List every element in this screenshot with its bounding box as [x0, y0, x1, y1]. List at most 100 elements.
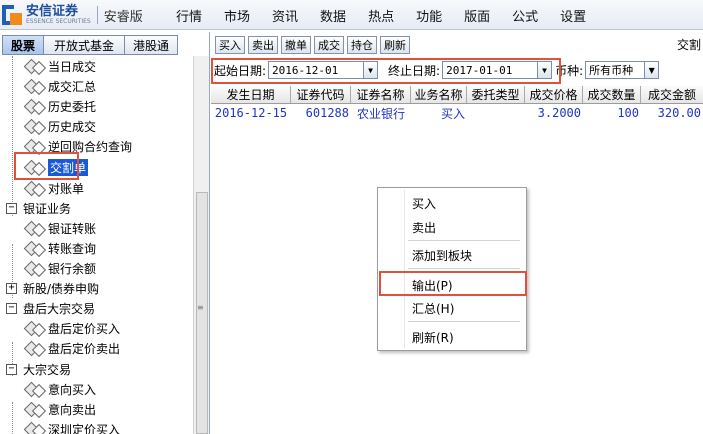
cell-price: 3.2000: [537, 106, 581, 120]
menu-bar: 安信证券 ESSENCE SECURITIES 安睿版 行情 市场 资讯 数据 …: [0, 0, 703, 30]
logo-divider: [96, 6, 98, 24]
tree-item-bank-balance[interactable]: 银行余额: [24, 258, 96, 278]
context-menu-separator: [408, 321, 520, 322]
collapse-icon[interactable]: −: [6, 202, 17, 214]
context-menu-buy[interactable]: 买入: [412, 195, 436, 212]
cancel-order-button[interactable]: 撤单: [281, 36, 311, 54]
refresh-button[interactable]: 刷新: [380, 36, 410, 54]
menu-data[interactable]: 数据: [320, 6, 346, 25]
tab-stocks[interactable]: 股票: [2, 35, 45, 55]
context-menu: 买入 卖出 添加到板块 输出(P) 汇总(H) 刷新(R): [377, 187, 527, 351]
context-menu-separator: [408, 240, 520, 241]
sell-button[interactable]: 卖出: [248, 36, 278, 54]
menu-settings[interactable]: 设置: [560, 6, 586, 25]
menu-news[interactable]: 资讯: [272, 6, 298, 25]
tree-item-shenzhen-fixed-buy[interactable]: 深圳定价买入: [24, 419, 120, 434]
brand-name-en: ESSENCE SECURITIES: [26, 18, 91, 25]
tree-item-deal-summary[interactable]: 成交汇总: [24, 76, 96, 96]
currency-select[interactable]: 所有币种 ▼: [585, 61, 660, 79]
tree-item-today-deals[interactable]: 当日成交: [24, 56, 96, 76]
col-code[interactable]: 证券代码: [291, 86, 351, 103]
highlight-date-range: [211, 58, 561, 84]
leaf-node-icon: [24, 321, 44, 335]
collapse-icon[interactable]: −: [6, 302, 17, 314]
tree-item-after-hours-buy[interactable]: 盘后定价买入: [24, 318, 120, 338]
leaf-node-icon: [24, 59, 44, 73]
tree-group-ipo-bond[interactable]: + 新股/债券申购: [6, 278, 99, 298]
cell-business: 买入: [440, 106, 465, 121]
col-quantity[interactable]: 成交数量: [583, 86, 641, 103]
highlight-delivery-order: [14, 152, 79, 180]
tree-group-bank-securities[interactable]: − 银证业务: [6, 198, 71, 218]
tree-item-transfer-query[interactable]: 转账查询: [24, 238, 96, 258]
leaf-node-icon: [24, 261, 44, 275]
tree-item-bank-transfer[interactable]: 银证转账: [24, 218, 96, 238]
deals-button[interactable]: 成交: [314, 36, 344, 54]
trade-toolbar: 买入 卖出 撤单 成交 持仓 刷新: [215, 36, 413, 54]
context-menu-add-to-block[interactable]: 添加到板块: [412, 247, 472, 264]
leaf-node-icon: [24, 221, 44, 235]
left-navigation-pane: 股票 开放式基金 港股通 当日成交 成交汇总 历史委托 历史成交 逆回购合约查询: [0, 32, 210, 434]
tab-hk-connect[interactable]: 港股通: [124, 35, 179, 55]
leaf-node-icon: [24, 181, 44, 195]
main-menu: 行情 市场 资讯 数据 热点 功能 版面 公式 设置: [176, 0, 608, 30]
tab-open-funds[interactable]: 开放式基金: [43, 35, 126, 55]
scrollbar-thumb[interactable]: [196, 192, 208, 434]
context-menu-refresh[interactable]: 刷新(R): [412, 329, 454, 346]
tree-group-after-hours-block[interactable]: − 盘后大宗交易: [6, 298, 95, 318]
col-name[interactable]: 证券名称: [351, 86, 411, 103]
tree-item-history-deals[interactable]: 历史成交: [24, 116, 96, 136]
context-menu-sell[interactable]: 卖出: [412, 219, 436, 236]
cell-quantity: 100: [617, 106, 639, 120]
menu-quotes[interactable]: 行情: [176, 6, 202, 25]
collapse-icon[interactable]: −: [6, 363, 17, 375]
panel-title: 交割: [676, 38, 701, 52]
positions-button[interactable]: 持仓: [347, 36, 377, 54]
tree-item-history-orders[interactable]: 历史委托: [24, 96, 96, 116]
tree-scrollbar[interactable]: ≡: [193, 56, 209, 434]
menu-layout[interactable]: 版面: [464, 6, 490, 25]
context-menu-separator: [408, 268, 520, 269]
col-order-type[interactable]: 委托类型: [467, 86, 525, 103]
leaf-node-icon: [24, 402, 44, 416]
leaf-node-icon: [24, 119, 44, 133]
menu-hot[interactable]: 热点: [368, 6, 394, 25]
dropdown-arrow-icon[interactable]: ▼: [644, 62, 659, 78]
buy-button[interactable]: 买入: [215, 36, 245, 54]
cell-code: 601288: [305, 106, 349, 120]
highlight-export-item: [379, 271, 527, 296]
tree-item-after-hours-sell[interactable]: 盘后定价卖出: [24, 338, 120, 358]
menu-functions[interactable]: 功能: [416, 6, 442, 25]
delivery-table: 发生日期 证券代码 证券名称 业务名称 委托类型 成交价格 成交数量 成交金额 …: [211, 86, 703, 122]
tree-item-intent-buy[interactable]: 意向买入: [24, 379, 96, 399]
cell-order-type: [467, 104, 525, 122]
col-date[interactable]: 发生日期: [211, 86, 291, 103]
scroll-grip-icon: ≡: [197, 303, 204, 312]
leaf-node-icon: [24, 422, 44, 434]
leaf-node-icon: [24, 99, 44, 113]
menu-formula[interactable]: 公式: [512, 6, 538, 25]
expand-icon[interactable]: +: [6, 282, 17, 294]
table-row[interactable]: 2016-12-15 601288 农业银行 买入 3.2000 100 320…: [211, 104, 703, 122]
function-tree: 当日成交 成交汇总 历史委托 历史成交 逆回购合约查询 交割单 对账单 − 银证…: [0, 56, 193, 434]
brand-name: 安信证券: [26, 4, 79, 19]
col-amount[interactable]: 成交金额: [641, 86, 703, 103]
app-logo: 安信证券 ESSENCE SECURITIES 安睿版: [2, 3, 143, 27]
col-price[interactable]: 成交价格: [525, 86, 583, 103]
leaf-node-icon: [24, 139, 44, 153]
tree-item-statement[interactable]: 对账单: [24, 178, 84, 198]
leaf-node-icon: [24, 79, 44, 93]
cell-amount: 320.00: [657, 106, 701, 120]
col-business[interactable]: 业务名称: [411, 86, 467, 103]
cell-date: 2016-12-15: [214, 106, 288, 120]
cell-name: 农业银行: [356, 106, 405, 121]
tree-item-intent-sell[interactable]: 意向卖出: [24, 399, 96, 419]
account-tabs: 股票 开放式基金 港股通: [2, 35, 179, 55]
app-edition: 安睿版: [103, 9, 143, 25]
leaf-node-icon: [24, 341, 44, 355]
leaf-node-icon: [24, 241, 44, 255]
tree-group-block-trade[interactable]: − 大宗交易: [6, 359, 71, 379]
context-menu-summary[interactable]: 汇总(H): [412, 300, 454, 317]
menu-market[interactable]: 市场: [224, 6, 250, 25]
logo-mark-icon: [2, 5, 22, 25]
